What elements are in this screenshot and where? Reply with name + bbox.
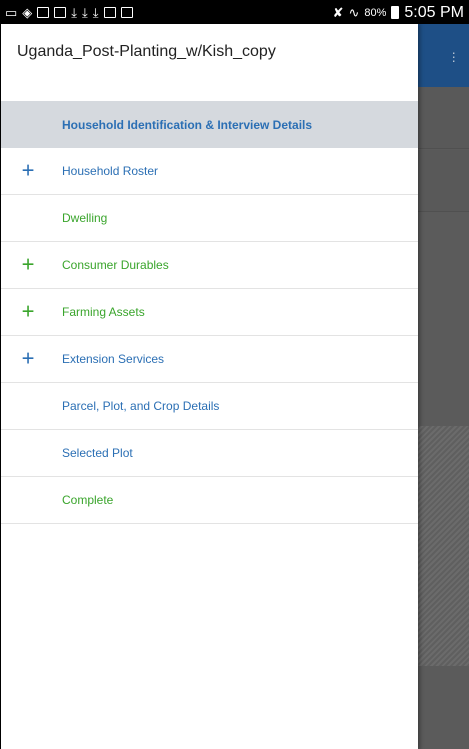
- expand-plus-icon[interactable]: +: [19, 347, 37, 370]
- section-item[interactable]: Household Identification & Interview Det…: [1, 101, 418, 148]
- section-item[interactable]: + Household Roster: [1, 148, 418, 195]
- section-label: Dwelling: [62, 211, 108, 225]
- download-icon: ⤓: [92, 5, 99, 20]
- battery-percent: 80%: [364, 6, 387, 19]
- image-icon: [37, 7, 50, 18]
- section-item[interactable]: + Consumer Durables: [1, 242, 418, 289]
- download-icon: ⤓: [71, 5, 78, 20]
- navigation-drawer: Uganda_Post-Planting_w/Kish_copy Househo…: [1, 24, 418, 749]
- section-item[interactable]: Parcel, Plot, and Crop Details: [1, 383, 418, 430]
- status-bar: ▭ ◈ ⤓ ⤓ ⤓ ✘ ∿ 80% 5:05 PM: [1, 1, 469, 24]
- briefcase-icon: [120, 7, 133, 18]
- background-hatched-area: [418, 426, 469, 666]
- section-label: Farming Assets: [62, 305, 145, 319]
- section-label: Household Identification & Interview Det…: [62, 117, 313, 132]
- section-label: Selected Plot: [62, 446, 133, 460]
- clock: 5:05 PM: [404, 3, 464, 21]
- device-screen: ▭ ◈ ⤓ ⤓ ⤓ ✘ ∿ 80% 5:05 PM · · · Uganda_Pos…: [0, 0, 469, 749]
- notification-icons: ▭ ◈ ⤓ ⤓ ⤓: [5, 6, 133, 19]
- mute-icon: ✘: [332, 5, 344, 20]
- section-item[interactable]: + Extension Services: [1, 336, 418, 383]
- questionnaire-title: Uganda_Post-Planting_w/Kish_copy: [17, 42, 276, 60]
- section-list: Household Identification & Interview Det…: [1, 101, 418, 524]
- section-label: Consumer Durables: [62, 258, 169, 272]
- download-icon: ⤓: [82, 5, 88, 20]
- battery-icon: [391, 6, 400, 19]
- drawer-header: Uganda_Post-Planting_w/Kish_copy: [1, 24, 418, 101]
- section-item[interactable]: Complete: [1, 477, 418, 524]
- expand-plus-icon[interactable]: +: [19, 253, 37, 276]
- section-item[interactable]: Selected Plot: [1, 430, 418, 477]
- overflow-menu-icon[interactable]: · · ·: [451, 45, 456, 67]
- section-item[interactable]: Dwelling: [1, 195, 418, 242]
- mail-icon: [54, 7, 67, 18]
- section-label: Parcel, Plot, and Crop Details: [62, 399, 220, 413]
- briefcase-icon: [103, 7, 116, 18]
- cast-icon: ▭: [5, 5, 18, 20]
- section-label: Household Roster: [62, 164, 159, 178]
- expand-plus-icon[interactable]: +: [19, 159, 37, 182]
- expand-plus-icon[interactable]: +: [19, 300, 37, 323]
- section-label: Complete: [62, 493, 114, 507]
- wifi-icon: ∿: [348, 5, 360, 20]
- system-icons: ✘ ∿ 80% 5:05 PM: [333, 4, 464, 22]
- section-label: Extension Services: [62, 352, 165, 366]
- section-item[interactable]: + Farming Assets: [1, 289, 418, 336]
- wifi-hotspot-icon: ◈: [22, 5, 33, 20]
